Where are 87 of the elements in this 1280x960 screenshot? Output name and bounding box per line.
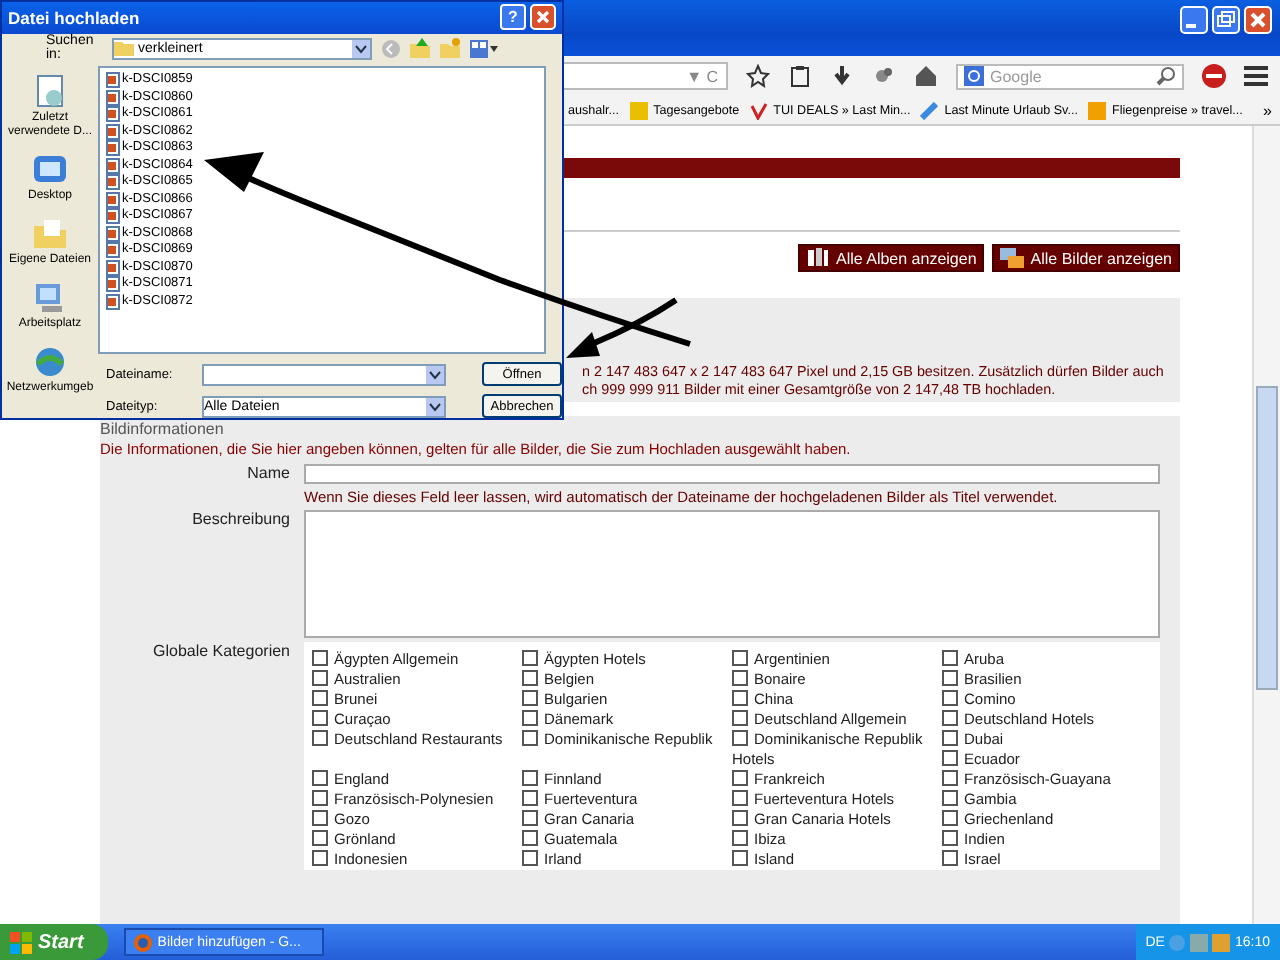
restore-icon[interactable] (1212, 6, 1240, 34)
checkbox[interactable] (312, 690, 328, 706)
search-icon (1156, 66, 1176, 86)
checkbox[interactable] (942, 790, 958, 806)
checkbox[interactable] (732, 830, 748, 846)
description-field[interactable] (304, 510, 1160, 638)
images-button[interactable]: Alle Bilder anzeigen (992, 244, 1180, 272)
network-icon (32, 344, 68, 380)
adblock-icon[interactable] (1202, 64, 1226, 88)
bookmark-icon (629, 101, 648, 119)
more-bookmarks-button[interactable]: » (1263, 101, 1272, 119)
checkbox[interactable] (312, 850, 328, 866)
categories-label: Globale Kategorien (151, 642, 292, 664)
checkbox[interactable] (312, 810, 328, 826)
checkbox[interactable] (732, 710, 748, 726)
search-field[interactable]: Google (956, 63, 1184, 89)
recent-icon (32, 74, 68, 110)
clipboard-icon[interactable] (788, 64, 812, 88)
checkbox[interactable] (522, 810, 538, 826)
checkbox[interactable] (312, 830, 328, 846)
close-icon[interactable] (530, 4, 556, 31)
name-label: Name (245, 464, 292, 486)
checkbox[interactable] (732, 650, 748, 666)
scrollbar[interactable] (1252, 126, 1280, 924)
checkbox[interactable] (942, 690, 958, 706)
search-engine-icon (964, 66, 984, 86)
dialog-title: Datei hochladen (8, 7, 140, 28)
checkbox[interactable] (942, 830, 958, 846)
close-icon[interactable] (1244, 6, 1272, 34)
checkbox[interactable] (522, 650, 538, 666)
checkbox[interactable] (942, 730, 958, 746)
dropdown-arrow-icon (426, 397, 444, 415)
view-menu-icon[interactable] (470, 39, 498, 58)
checkbox[interactable] (312, 770, 328, 786)
star-icon[interactable] (746, 64, 770, 88)
bookmark-icon (749, 101, 768, 119)
bookmark-icon (920, 101, 939, 119)
home-icon[interactable] (914, 64, 938, 88)
dropdown-arrow-icon (426, 365, 444, 383)
download-icon[interactable] (830, 64, 854, 88)
computer-icon (32, 280, 68, 316)
checkbox[interactable] (522, 730, 538, 746)
albums-icon (806, 246, 830, 270)
checkbox[interactable] (732, 810, 748, 826)
start-button[interactable]: Start (0, 924, 108, 960)
checkbox[interactable] (522, 770, 538, 786)
checkbox[interactable] (942, 810, 958, 826)
albums-button[interactable]: Alle Alben anzeigen (798, 244, 985, 272)
description-label: Beschreibung (190, 510, 292, 532)
checkbox[interactable] (732, 850, 748, 866)
address-field-buttons[interactable]: ▼ C (686, 67, 718, 85)
checkbox[interactable] (942, 670, 958, 686)
menu-icon[interactable] (1244, 64, 1268, 88)
browser-icon (133, 933, 152, 951)
checkbox[interactable] (312, 710, 328, 726)
checkbox[interactable] (522, 710, 538, 726)
pictures-icon (1000, 246, 1025, 270)
checkbox[interactable] (732, 690, 748, 706)
checkbox[interactable] (942, 710, 958, 726)
dropdown-arrow-icon (352, 39, 370, 58)
checkbox[interactable] (312, 790, 328, 806)
scrollbar-thumb[interactable] (1256, 386, 1278, 690)
checkbox[interactable] (732, 670, 748, 686)
checkbox[interactable] (732, 770, 748, 786)
help-button[interactable]: ? (500, 4, 526, 31)
section-title: Bildinformationen (100, 420, 226, 440)
filename-field[interactable] (202, 363, 446, 385)
checkbox[interactable] (522, 850, 538, 866)
checkbox[interactable] (312, 650, 328, 666)
checkbox[interactable] (732, 730, 748, 746)
checkbox[interactable] (522, 790, 538, 806)
name-field[interactable] (304, 464, 1160, 484)
checkbox[interactable] (522, 830, 538, 846)
checkbox[interactable] (942, 770, 958, 786)
checkbox[interactable] (942, 750, 958, 766)
checkbox[interactable] (942, 650, 958, 666)
documents-icon (32, 216, 68, 252)
windows-logo-icon (10, 931, 32, 953)
bookmark-icon (1087, 101, 1106, 119)
checkbox[interactable] (312, 670, 328, 686)
checkbox[interactable] (522, 690, 538, 706)
checkbox[interactable] (522, 670, 538, 686)
checkbox[interactable] (732, 790, 748, 806)
checkbox[interactable] (312, 730, 328, 746)
checkbox[interactable] (942, 850, 958, 866)
minimize-icon[interactable] (1180, 6, 1208, 34)
desktop-icon (32, 152, 68, 188)
